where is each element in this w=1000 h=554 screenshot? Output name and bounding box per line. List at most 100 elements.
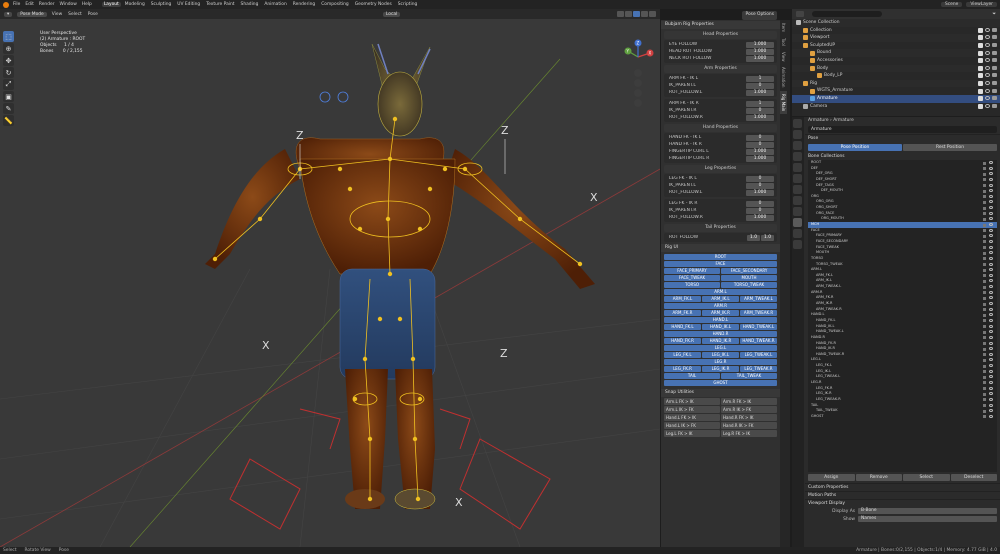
rest-position-button[interactable]: Rest Position [903,144,997,151]
assign-button[interactable]: Assign [808,474,855,481]
rig-layer-mouth[interactable]: MOUTH [721,275,777,281]
include-checkbox[interactable] [978,58,983,64]
property-value-ik-parent-r[interactable]: 0 [746,207,774,214]
property-value-ik-parent-l[interactable]: 0 [746,82,774,89]
rig-layer-arm-ik-l[interactable]: ARM_IK.L [702,296,739,302]
outliner-row-sculptedup[interactable]: SculptedUP [792,42,1000,50]
solo-toggle-icon[interactable] [983,415,986,419]
bone-collection-eye-icon[interactable] [989,369,993,373]
include-checkbox[interactable] [978,27,983,33]
mode-dropdown[interactable]: Pose Mode [17,11,47,17]
solo-toggle-icon[interactable] [983,375,986,379]
bone-collection-eye-icon[interactable] [989,262,993,266]
outliner-search-input[interactable] [812,11,882,17]
deselect-button[interactable]: Deselect [950,474,997,481]
sidebar-tab-view[interactable]: View [780,49,787,65]
bone-joint[interactable] [415,496,421,502]
output-tab-icon[interactable] [793,141,802,150]
rig-layer-hand-ik-r[interactable]: HAND_IK.R [702,338,739,344]
bone-collection-eye-icon[interactable] [989,386,993,390]
workspace-tab-scripting[interactable]: Scripting [396,2,420,7]
solo-toggle-icon[interactable] [983,381,986,385]
rig-properties-header[interactable]: Bubjam Rig Properties [661,21,780,29]
viewport-menu-select[interactable]: Select [68,12,82,17]
pan-hand-icon[interactable] [634,79,642,87]
rig-layer-arm-tweak-l[interactable]: ARM_TWEAK.L [740,296,777,302]
bone-collection-eye-icon[interactable] [989,206,993,210]
blender-logo-icon[interactable] [3,1,9,8]
zoom-icon[interactable] [634,69,642,77]
outliner-row-bound[interactable]: Bound [792,49,1000,57]
solo-toggle-icon[interactable] [983,285,986,289]
render-camera-icon[interactable] [992,27,997,32]
viewport-scene[interactable]: Z Z X X X Z [0,19,660,547]
annotate-tool[interactable]: ✎ [3,103,14,114]
bone-collection-eye-icon[interactable] [989,200,993,204]
outliner-row-body[interactable]: Body [792,64,1000,73]
solo-toggle-icon[interactable] [983,330,986,334]
solo-toggle-icon[interactable] [983,246,986,250]
bone-joint[interactable] [392,116,398,122]
outliner-row-camera[interactable]: Camera [792,103,1000,111]
property-value-eye-follow[interactable]: 1.000 [746,41,774,48]
visibility-eye-icon[interactable] [985,73,990,78]
rig-layer-hand-tweak-r[interactable]: HAND_TWEAK.R [740,338,777,344]
property-value-rot-follow-r[interactable]: 1.000 [746,114,774,121]
solo-toggle-icon[interactable] [983,217,986,221]
solo-toggle-icon[interactable] [983,257,986,261]
tool-tab-icon[interactable] [793,119,802,128]
solo-toggle-icon[interactable] [983,308,986,312]
custom-properties-header[interactable]: Custom Properties [805,483,1000,491]
view-layer-tab-icon[interactable] [793,152,802,161]
tail-properties-header[interactable]: Tail Properties [664,224,777,232]
orientation-dropdown[interactable]: Local [382,11,401,17]
visibility-eye-icon[interactable] [985,35,990,40]
visibility-eye-icon[interactable] [985,50,990,55]
bone-joint[interactable] [257,216,263,222]
bone-collection-eye-icon[interactable] [989,172,993,176]
bone-joint[interactable] [417,396,423,402]
solo-toggle-icon[interactable] [983,358,986,362]
hand-properties-header[interactable]: Hand Properties [664,124,777,132]
property-value-rot-follow-l[interactable]: 1.000 [746,89,774,96]
motion-paths-header[interactable]: Motion Paths [805,491,1000,499]
bone-collection-eye-icon[interactable] [989,285,993,289]
tail-value-2[interactable]: 1.0 [761,234,774,241]
workspace-tab-rendering[interactable]: Rendering [291,2,317,7]
bone-joint[interactable] [362,356,368,362]
visibility-eye-icon[interactable] [985,58,990,63]
rig-layer-hand-l[interactable]: HAND.L [664,317,777,323]
workspace-tab-compositing[interactable]: Compositing [319,2,351,7]
solo-toggle-icon[interactable] [983,313,986,317]
bone-collections-header[interactable]: Bone Collections [805,153,1000,160]
bone-joint[interactable] [367,496,373,502]
rig-layer-ghost[interactable]: GHOST [664,380,777,386]
snap-hand-r-fk-ik-button[interactable]: Hand.R FK > IK [721,414,777,421]
property-value-fingertip-curl-l[interactable]: 1.000 [746,148,774,155]
rig-layer-tail[interactable]: TAIL [664,373,720,379]
scene-selector[interactable]: Scene [940,2,963,7]
snap-arm-l-fk-ik-button[interactable]: Arm.L FK > IK [664,398,720,405]
bone-joint[interactable] [387,156,393,162]
bone-collection-eye-icon[interactable] [989,177,993,181]
rig-layer-leg-fk-r[interactable]: LEG_FK.R [664,366,701,372]
solo-toggle-icon[interactable] [983,325,986,329]
property-value-rot-follow-r[interactable]: 1.000 [746,214,774,221]
render-camera-icon[interactable] [992,103,997,108]
bone-joint[interactable] [417,226,423,232]
editor-type-dropdown[interactable]: ▾ [4,11,13,17]
sidebar-tab-tool[interactable]: Tool [780,35,787,49]
rig-layer-hand-r[interactable]: HAND.R [664,331,777,337]
remove-button[interactable]: Remove [855,474,902,481]
arm-properties-header[interactable]: Arm Properties [664,65,777,73]
bone-collection-eye-icon[interactable] [989,358,993,362]
cursor-tool[interactable]: ⊕ [3,43,14,54]
menu-render[interactable]: Render [39,2,55,7]
snap-leg-l-fk-ik-button[interactable]: Leg.L FK > IK [664,430,720,437]
bone-joint[interactable] [347,186,353,192]
bone-joint[interactable] [212,256,218,262]
outliner-row-wgts-armature[interactable]: WGTS_Armature [792,87,1000,95]
rig-layer-leg-r[interactable]: LEG.R [664,359,777,365]
bone-collection-eye-icon[interactable] [989,307,993,311]
bone-collection-eye-icon[interactable] [989,364,993,368]
